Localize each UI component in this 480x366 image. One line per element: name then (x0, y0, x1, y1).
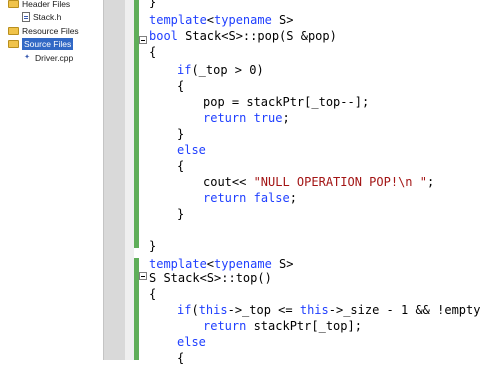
keyword-token: return (203, 319, 247, 333)
code-token: S Stack<S>::top() (149, 271, 272, 285)
tree-item-stack-h[interactable]: Stack.h (22, 11, 61, 23)
keyword-token: return (203, 191, 247, 205)
code-token: stackPtr[_top]; (246, 319, 362, 333)
folder-open-icon (8, 40, 19, 48)
keyword-token: else (177, 335, 206, 349)
tree-item-driver-cpp[interactable]: ✦ Driver.cpp (22, 52, 73, 64)
code-token: ; (289, 191, 297, 205)
code-line[interactable]: { (177, 158, 184, 174)
code-token: ( (191, 303, 199, 317)
cpp-file-icon: ✦ (24, 54, 30, 61)
code-line[interactable]: { (149, 44, 156, 60)
tree-item-label: Stack.h (33, 12, 62, 22)
keyword-token: if (177, 303, 192, 317)
code-token: } (177, 207, 185, 221)
code-line[interactable]: else (177, 142, 206, 158)
code-token: Stack<S>::pop(S &pop) (177, 29, 337, 43)
code-editor[interactable]: } template<typename S> bool Stack<S>::pop(… (139, 0, 480, 365)
code-line[interactable]: cout<< "NULL OPERATION POP!\n "; (203, 174, 434, 190)
code-token: } (149, 239, 157, 253)
code-token: { (177, 79, 185, 93)
code-line[interactable]: return true; (203, 110, 290, 126)
tree-item-label: Driver.cpp (35, 53, 74, 63)
editor-margin (103, 0, 126, 360)
code-token: ; (282, 111, 290, 125)
code-token: } (177, 127, 185, 141)
keyword-token: bool (149, 29, 178, 43)
collapse-toggle-icon[interactable] (139, 36, 147, 44)
folder-icon (8, 27, 19, 35)
code-line[interactable]: else (177, 334, 206, 350)
code-line[interactable]: } (149, 0, 156, 10)
tree-item-label: Resource Files (22, 26, 79, 36)
keyword-token: true (253, 111, 283, 125)
tree-item-source-files[interactable]: Source Files (8, 38, 74, 50)
tree-item-label: Header Files (22, 0, 71, 9)
collapse-toggle-icon[interactable] (139, 272, 147, 280)
tree-item-resource-files[interactable]: Resource Files (8, 25, 79, 37)
keyword-token: else (177, 143, 206, 157)
code-token: ; (426, 175, 435, 189)
code-token: < (206, 257, 215, 271)
string-token: "NULL OPERATION POP!\n " (253, 175, 427, 189)
code-token: cout<< (203, 175, 254, 189)
tree-item-header-files[interactable]: Header Files (8, 0, 70, 10)
keyword-token: this (299, 303, 329, 317)
keyword-token: false (253, 191, 290, 205)
code-token: { (149, 287, 157, 301)
keyword-token: if (177, 63, 192, 77)
keyword-token: this (198, 303, 228, 317)
code-line[interactable]: return false; (203, 190, 297, 206)
code-line[interactable]: if(this->_top <= this->_size - 1 && !emp… (177, 302, 480, 318)
code-token: (_top > 0) (191, 63, 264, 77)
keyword-token: typename (214, 257, 272, 271)
code-token: } (149, 0, 157, 9)
code-line[interactable]: S Stack<S>::top() (149, 270, 272, 286)
tree-item-label: Source Files (22, 38, 74, 50)
code-line[interactable]: { (177, 78, 184, 94)
keyword-token: return (203, 111, 247, 125)
code-token: { (177, 351, 185, 365)
code-token: ->_top <= (227, 303, 300, 317)
code-token: { (177, 159, 185, 173)
code-token: { (149, 45, 157, 59)
code-line[interactable]: template<typename S> (149, 12, 294, 28)
code-line[interactable]: { (149, 286, 156, 302)
code-line[interactable]: return stackPtr[_top]; (203, 318, 362, 334)
code-line[interactable]: if(_top > 0) (177, 62, 264, 78)
keyword-token: typename (214, 13, 272, 27)
header-file-icon (22, 12, 30, 22)
code-line[interactable]: } (177, 206, 184, 222)
code-line[interactable]: } (177, 126, 184, 142)
indicator-margin (125, 0, 134, 360)
code-line[interactable]: bool Stack<S>::pop(S &pop) (149, 28, 337, 44)
code-token: pop = stackPtr[_top--]; (203, 95, 370, 109)
solution-explorer: Header Files Stack.h Resource Files Sour… (0, 0, 103, 360)
keyword-token: template (149, 13, 207, 27)
code-line[interactable]: { (177, 350, 184, 366)
code-token: ->_size - 1 && !empty()) (328, 303, 480, 317)
code-line[interactable]: } (149, 238, 156, 254)
keyword-token: template (149, 257, 207, 271)
code-line[interactable]: pop = stackPtr[_top--]; (203, 94, 369, 110)
code-token: < (206, 13, 215, 27)
code-token: S> (271, 257, 294, 271)
folder-icon (8, 0, 19, 8)
code-token: S> (271, 13, 294, 27)
